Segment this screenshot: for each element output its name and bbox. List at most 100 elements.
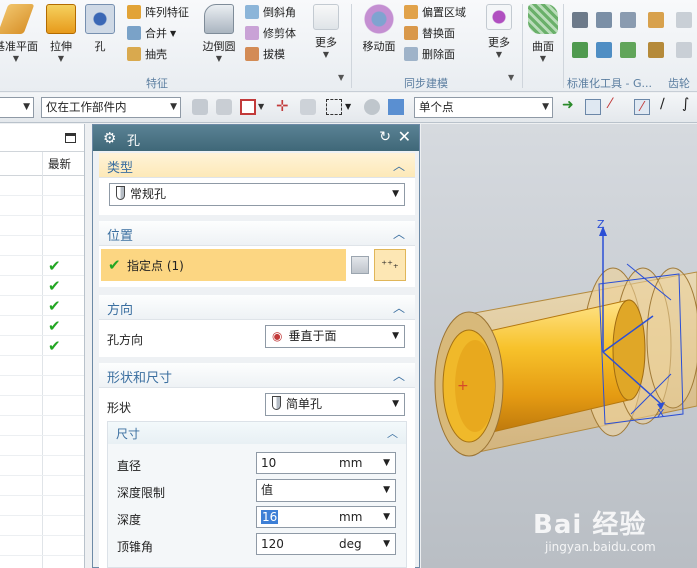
gear-tool-icon-3[interactable] [676, 12, 692, 28]
navigator-row[interactable]: ✔ [0, 296, 84, 316]
navigator-row[interactable] [0, 456, 84, 476]
navigator-row[interactable] [0, 516, 84, 536]
collapse-caret-icon[interactable]: ︿ [393, 367, 405, 384]
datum-plane-button[interactable]: 基准平面▼ [0, 4, 40, 64]
hole-icon [85, 4, 115, 34]
navigator-row[interactable] [0, 196, 84, 216]
navigator-row[interactable] [0, 496, 84, 516]
diameter-input[interactable]: 10 mm ▼ [256, 452, 396, 474]
draft-button[interactable]: 拔模 [245, 45, 285, 63]
tip-angle-input[interactable]: 120 deg ▼ [256, 533, 396, 555]
specify-point-row[interactable]: ✔ 指定点 (1) [101, 249, 346, 281]
navigator-row[interactable] [0, 396, 84, 416]
chevron-down-icon[interactable]: ▼ [258, 102, 274, 118]
navigator-row[interactable] [0, 376, 84, 396]
move-face-button[interactable]: 移动面 [358, 4, 400, 54]
snap-endpoint-icon[interactable] [585, 99, 601, 115]
collapse-caret-icon[interactable]: ︿ [393, 299, 405, 316]
gear-tool-icon-2[interactable] [648, 42, 664, 58]
std-tool-icon-5[interactable] [596, 42, 612, 58]
snap-line-icon[interactable]: ⁄ [609, 96, 625, 112]
maximize-icon[interactable] [65, 133, 76, 143]
shape-size-section: 形状和尺寸 ︿ 形状 简单孔 ▼ 尺寸 ︿ 直径 10 mm ▼ 深度限制 值 ▼ … [99, 363, 415, 568]
hole-shape-select[interactable]: 简单孔 ▼ [265, 393, 405, 416]
snap-point-select[interactable]: 单个点 ▼ [414, 97, 553, 118]
collapse-caret-icon[interactable]: ︿ [393, 225, 405, 242]
column-latest[interactable]: 最新 [48, 156, 71, 172]
hole-direction-select[interactable]: ◉ 垂直于面 ▼ [265, 325, 405, 348]
array-feature-button[interactable]: 阵列特征 [127, 3, 189, 21]
replace-face-button[interactable]: 替换面 [404, 24, 455, 42]
snap-midpoint-icon[interactable]: ⁄ [634, 99, 650, 115]
gear-tool-icon-1[interactable] [648, 12, 664, 28]
navigator-row[interactable] [0, 436, 84, 456]
chevron-down-icon[interactable]: ▼ [383, 453, 390, 473]
collapse-caret-icon[interactable]: ︿ [393, 157, 405, 174]
feature-curve-icon[interactable] [300, 99, 316, 115]
sync-more-button[interactable]: 更多 ▼ [482, 4, 516, 60]
delete-face-button[interactable]: 删除面 [404, 45, 455, 63]
std-tool-icon-1[interactable] [572, 12, 588, 28]
std-tool-icon-3[interactable] [620, 12, 636, 28]
solid-body-icon[interactable] [388, 99, 404, 115]
crosshair-icon[interactable]: ✛ [276, 97, 292, 115]
shape-size-section-header[interactable]: 形状和尺寸 ︿ [99, 363, 415, 388]
navigator-row[interactable]: ✔ [0, 276, 84, 296]
navigator-row[interactable] [0, 236, 84, 256]
graphics-viewport[interactable]: + Z X Bai 经验 jingyan.baidu.com [421, 124, 697, 568]
navigator-row[interactable]: ✔ [0, 336, 84, 356]
edge-blend-button[interactable]: 边倒圆 ▼ [197, 4, 241, 64]
sketch-section-icon[interactable] [351, 256, 369, 274]
feature-more-button[interactable]: 更多 ▼ [308, 4, 344, 60]
navigator-row[interactable] [0, 216, 84, 236]
filter-icon[interactable] [192, 99, 208, 115]
depth-limit-select[interactable]: 值 ▼ [256, 479, 396, 502]
extrude-button[interactable]: 拉伸 ▼ [44, 4, 78, 64]
hole-button[interactable]: 孔 [84, 4, 116, 54]
depth-input[interactable]: 16 mm ▼ [256, 506, 396, 528]
chevron-down-icon[interactable]: ▼ [345, 102, 361, 118]
navigator-row[interactable]: ✔ [0, 256, 84, 276]
navigator-row[interactable] [0, 356, 84, 376]
chevron-down-icon[interactable]: ▼ [383, 534, 390, 554]
trim-body-button[interactable]: 修剪体 [245, 24, 296, 42]
type-section-header[interactable]: 类型 ︿ [99, 153, 415, 178]
group-expand-arrow[interactable]: ▼ [508, 73, 514, 82]
rectangle-select-icon[interactable] [326, 99, 342, 115]
navigator-row[interactable]: ✔ [0, 316, 84, 336]
scope-filter-select[interactable]: 仅在工作部件内 ▼ [41, 97, 181, 118]
surface-button[interactable]: 曲面 ▼ [526, 4, 560, 64]
arrow-icon[interactable] [216, 99, 232, 115]
reset-icon[interactable]: ↻ [379, 129, 391, 145]
close-icon[interactable]: ✕ [398, 127, 411, 146]
navigator-row[interactable] [0, 176, 84, 196]
collapse-caret-icon[interactable]: ︿ [387, 425, 398, 441]
point-dialog-button[interactable]: ⁺⁺₊ [374, 249, 406, 281]
std-tool-icon-6[interactable] [620, 42, 636, 58]
std-tool-icon-4[interactable] [572, 42, 588, 58]
chamfer-button[interactable]: 倒斜角 [245, 3, 296, 21]
position-section-header[interactable]: 位置 ︿ [99, 221, 415, 246]
gear-tool-icon-4[interactable] [676, 42, 692, 58]
dimensions-group-header[interactable]: 尺寸 ︿ [108, 422, 406, 444]
gear-icon[interactable]: ⚙ [103, 129, 116, 147]
offset-region-button[interactable]: 偏置区域 [404, 3, 466, 21]
group-expand-arrow[interactable]: ▼ [338, 73, 344, 82]
hole-type-select[interactable]: 常规孔 ▼ [109, 183, 405, 206]
dialog-title-bar[interactable]: ⚙ 孔 ↻ ✕ [93, 125, 419, 151]
select-all-icon[interactable] [364, 99, 380, 115]
select-box-icon[interactable] [240, 99, 256, 115]
navigator-row[interactable] [0, 416, 84, 436]
direction-section-header[interactable]: 方向 ︿ [99, 295, 415, 320]
navigator-row[interactable] [0, 476, 84, 496]
snap-curve-icon[interactable]: ∕ [660, 96, 676, 112]
snap-arc-icon[interactable]: ∫ [682, 96, 697, 112]
navigator-row[interactable] [0, 536, 84, 556]
shell-button[interactable]: 抽壳 [127, 45, 167, 63]
chevron-down-icon[interactable]: ▼ [383, 507, 390, 527]
play-arrow-icon[interactable]: ➜ [562, 97, 578, 113]
std-tool-icon-2[interactable] [596, 12, 612, 28]
type-filter-select[interactable]: ▼ [0, 97, 34, 118]
combine-button[interactable]: 合并 ▼ [127, 24, 176, 42]
group-label-gear: 齿轮 [668, 77, 690, 90]
